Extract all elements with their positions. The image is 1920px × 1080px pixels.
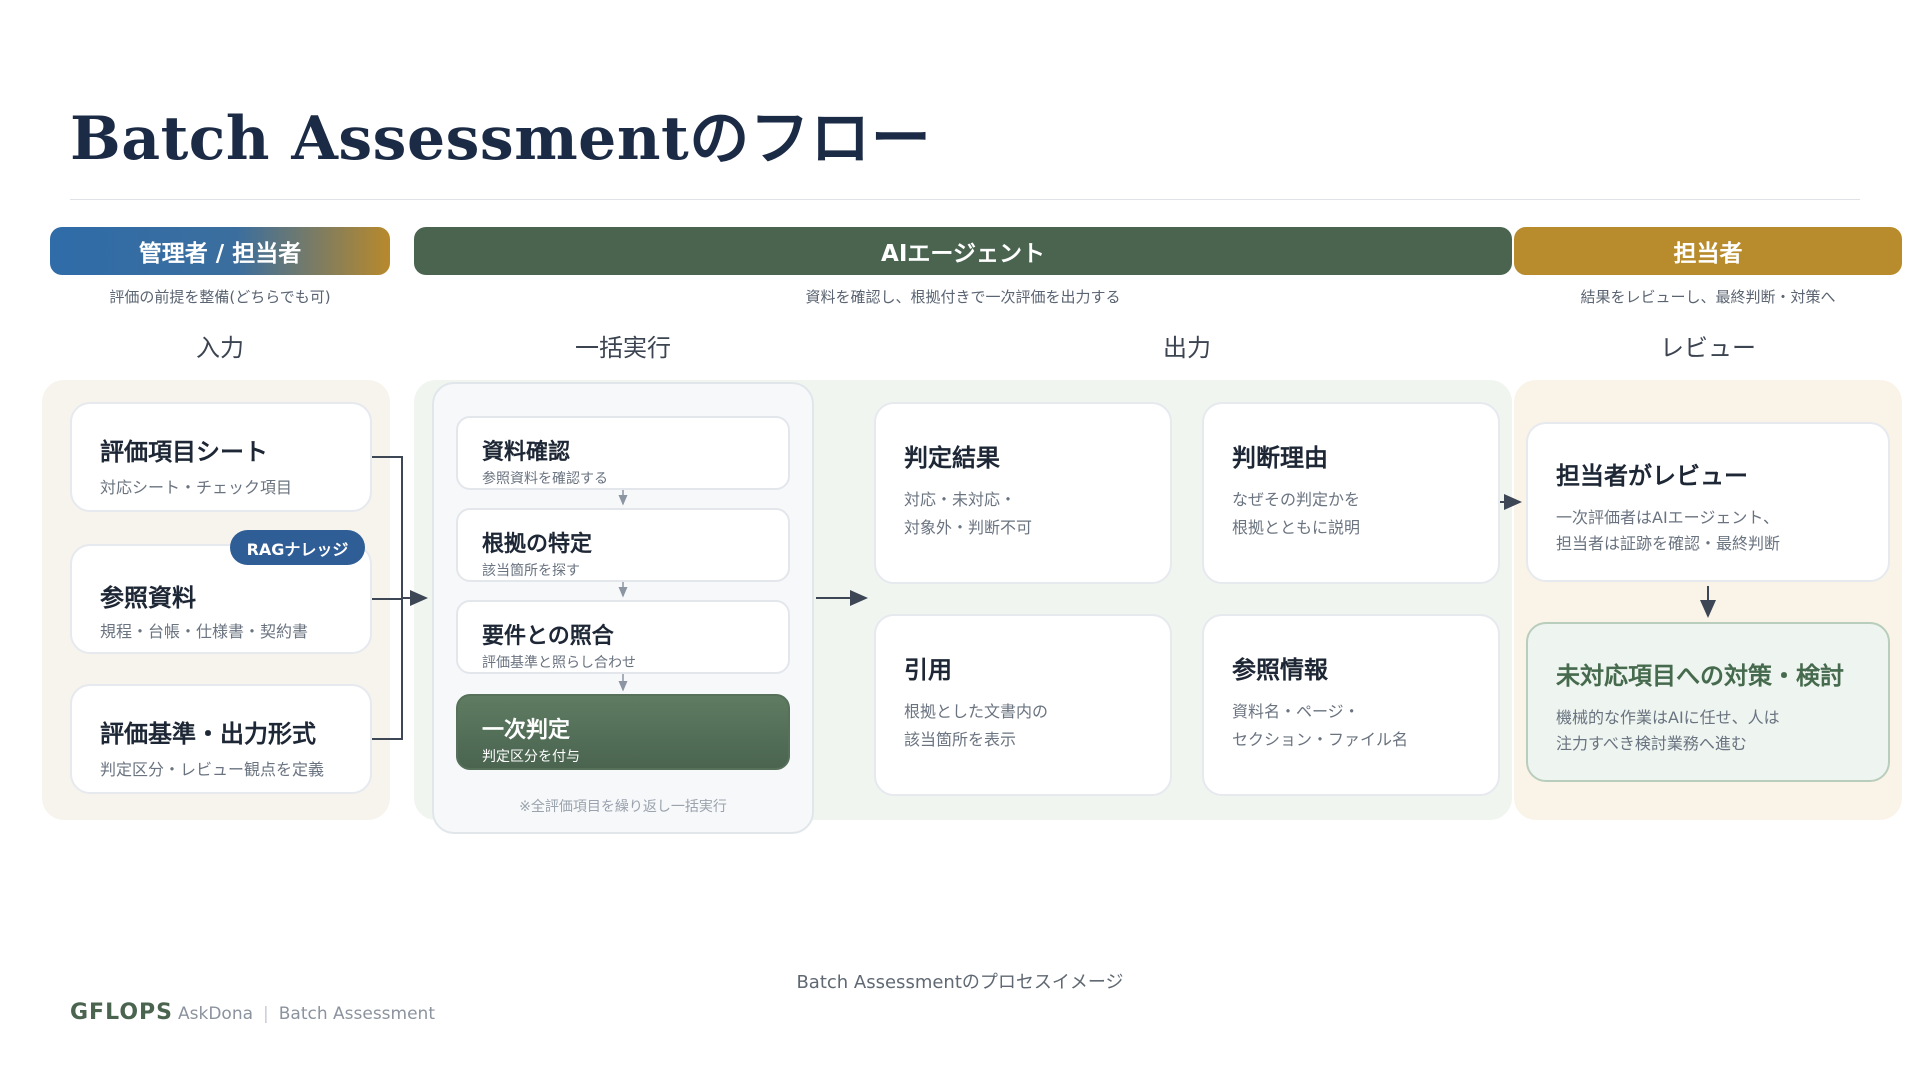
stage-output: 出力 xyxy=(1163,334,1211,362)
output-card-reason: 判断理由 なぜその判定かを 根拠とともに説明 xyxy=(1202,402,1500,584)
band-admin: 管理者 / 担当者 xyxy=(50,227,390,275)
output-card-reference-info: 参照情報 資料名・ページ・ セクション・ファイル名 xyxy=(1202,614,1500,796)
batch-step-document-check: 資料確認 参照資料を確認する xyxy=(456,416,790,490)
title-divider xyxy=(70,199,1860,200)
page-title: Batch Assessmentのフロー xyxy=(70,104,932,174)
band-staff: 担当者 xyxy=(1514,227,1902,275)
step-desc: 判定区分を付与 xyxy=(482,749,580,765)
card-desc: 規程・台帳・仕様書・契約書 xyxy=(100,622,309,641)
card-desc-line1: 根拠とした文書内の xyxy=(904,702,1049,721)
input-card-evaluation-sheet: 評価項目シート 対応シート・チェック項目 xyxy=(70,402,372,512)
card-desc-line1: 資料名・ページ・ xyxy=(1232,702,1360,721)
card-title: 参照情報 xyxy=(1232,656,1328,684)
footer-product: AskDona xyxy=(178,1004,254,1024)
card-title: 判定結果 xyxy=(904,444,1000,472)
card-desc-line1: 機械的な作業はAIに任せ、人は xyxy=(1556,708,1780,727)
step-title: 根拠の特定 xyxy=(482,532,593,557)
batch-step-matching: 要件との照合 評価基準と照らし合わせ xyxy=(456,600,790,674)
card-desc-line1: なぜその判定かを xyxy=(1232,490,1361,509)
card-title: 評価基準・出力形式 xyxy=(100,720,316,748)
output-card-result: 判定結果 対応・未対応・ 対象外・判断不可 xyxy=(874,402,1172,584)
figure-caption: Batch Assessmentのプロセスイメージ xyxy=(796,972,1124,993)
card-desc: 対応シート・チェック項目 xyxy=(100,478,293,497)
footer-page: Batch Assessment xyxy=(278,1004,435,1024)
step-desc: 該当箇所を探す xyxy=(482,563,580,579)
step-title: 要件との照合 xyxy=(482,624,614,649)
step-desc: 評価基準と照らし合わせ xyxy=(482,655,636,671)
stage-review: レビュー xyxy=(1660,334,1756,362)
card-desc-line2: 根拠とともに説明 xyxy=(1232,518,1361,537)
stage-batch: 一括実行 xyxy=(575,334,671,362)
batch-step-evidence: 根拠の特定 該当箇所を探す xyxy=(456,508,790,582)
batch-repeat-note: ※全評価項目を繰り返し一括実行 xyxy=(519,799,727,815)
card-desc-line2: 担当者は証跡を確認・最終判断 xyxy=(1556,534,1781,553)
card-title: 評価項目シート xyxy=(100,438,268,466)
input-card-criteria: 評価基準・出力形式 判定区分・レビュー観点を定義 xyxy=(70,684,372,794)
review-card-staff-review: 担当者がレビュー 一次評価者はAIエージェント、 担当者は証跡を確認・最終判断 xyxy=(1526,422,1890,582)
card-title: 判断理由 xyxy=(1232,444,1328,472)
stage-input: 入力 xyxy=(196,334,244,362)
output-card-citation: 引用 根拠とした文書内の 該当箇所を表示 xyxy=(874,614,1172,796)
card-desc-line2: 該当箇所を表示 xyxy=(904,730,1017,749)
step-title: 一次判定 xyxy=(482,718,571,743)
card-title: 参照資料 xyxy=(100,584,196,612)
card-desc-line2: 注力すべき検討業務へ進む xyxy=(1556,734,1747,753)
rag-knowledge-badge: RAGナレッジ xyxy=(230,530,365,565)
step-desc: 参照資料を確認する xyxy=(482,471,608,487)
company-logo: GFLOPS xyxy=(70,1000,173,1025)
subcaption-staff: 結果をレビューし、最終判断・対策へ xyxy=(1580,288,1836,306)
card-desc-line1: 対応・未対応・ xyxy=(904,490,1017,509)
card-desc-line2: 対象外・判断不可 xyxy=(904,518,1033,537)
card-desc-line2: セクション・ファイル名 xyxy=(1232,730,1409,749)
batch-step-first-judgment: 一次判定 判定区分を付与 xyxy=(456,694,790,770)
subcaption-admin: 評価の前提を整備(どちらでも可) xyxy=(109,288,331,306)
card-desc-line1: 一次評価者はAIエージェント、 xyxy=(1556,508,1780,527)
card-title: 未対応項目への対策・検討 xyxy=(1556,662,1844,690)
card-title: 担当者がレビュー xyxy=(1556,462,1748,490)
review-card-countermeasures: 未対応項目への対策・検討 機械的な作業はAIに任せ、人は 注力すべき検討業務へ進… xyxy=(1526,622,1890,782)
card-title: 引用 xyxy=(904,656,952,684)
card-desc: 判定区分・レビュー観点を定義 xyxy=(100,760,325,779)
step-title: 資料確認 xyxy=(482,440,571,465)
subcaption-ai: 資料を確認し、根拠付きで一次評価を出力する xyxy=(805,288,1121,306)
band-ai-agent: AIエージェント xyxy=(414,227,1512,275)
footer-breadcrumb: AskDona | Batch Assessment xyxy=(178,1004,435,1024)
footer-separator: | xyxy=(263,1004,269,1024)
